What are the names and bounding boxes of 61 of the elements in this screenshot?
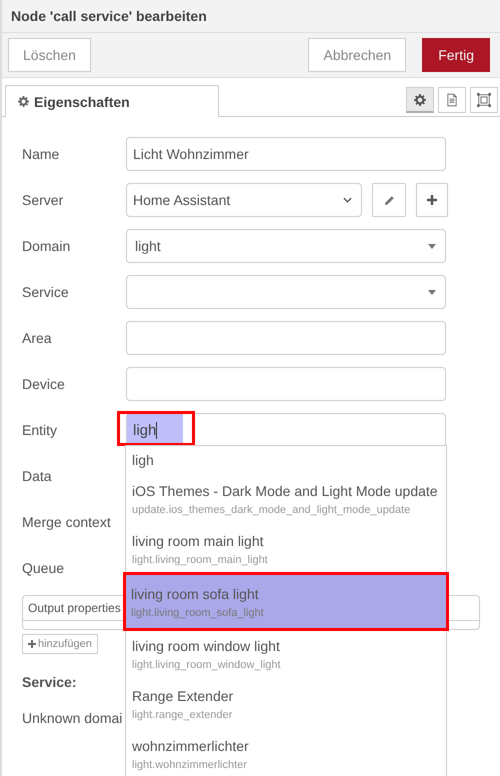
entity-id: light.living_room_window_light xyxy=(132,658,282,673)
plus-icon xyxy=(28,640,36,648)
section-heading: Service: xyxy=(22,674,76,690)
suggestion-item[interactable]: ligh xyxy=(126,446,446,474)
service-note: Unknown domai xyxy=(22,710,122,726)
entity-id: light.wohnzimmerlichter xyxy=(132,758,248,773)
add-button[interactable]: hinzufügen xyxy=(22,634,98,654)
suggestion-item[interactable]: wohnzimmerlichter light.wohnzimmerlichter xyxy=(126,729,446,776)
list-header: Output properties xyxy=(28,601,121,615)
plus-icon xyxy=(427,195,437,205)
typed-text: ligh xyxy=(127,414,183,446)
suggestion-item[interactable]: iOS Themes - Dark Mode and Light Mode update update.ios_themes_dark_mode_and_light_mode_update xyxy=(126,474,446,524)
add-button[interactable] xyxy=(416,183,448,217)
entity-id: light.range_extender xyxy=(132,708,234,723)
settings-icon xyxy=(414,94,426,106)
document-button[interactable] xyxy=(438,87,466,113)
suggestion-title: Range Extender xyxy=(132,687,234,705)
dropdown-arrow-icon xyxy=(428,244,436,248)
frame-icon xyxy=(477,93,491,107)
entity-field[interactable]: ligh xyxy=(126,413,446,447)
suggestion-item[interactable]: Range Extender light.range_extender xyxy=(126,679,446,729)
pencil-icon xyxy=(384,194,394,206)
done-button[interactable]: Fertig xyxy=(422,38,490,72)
text-field[interactable]: Licht Wohnzimmer xyxy=(126,137,446,171)
suggestion-title: wohnzimmerlichter xyxy=(132,737,250,755)
suggestion-title: ligh xyxy=(132,451,155,469)
dialog-title: Node 'call service' bearbeiten xyxy=(11,8,207,24)
action-button[interactable]: Abbrechen xyxy=(308,38,406,72)
text-field[interactable] xyxy=(126,367,446,401)
document-icon xyxy=(447,93,457,107)
field-label: Service xyxy=(22,284,70,300)
suggestion-item[interactable]: living room window light light.living_room_window_light xyxy=(126,629,446,679)
field-label: Area xyxy=(22,330,53,346)
field-label: Server xyxy=(22,192,64,208)
gear-icon xyxy=(18,96,29,107)
text-field[interactable] xyxy=(126,321,446,355)
suggestion-title: iOS Themes - Dark Mode and Light Mode update xyxy=(132,482,439,500)
field-label: Queue xyxy=(22,560,66,576)
properties-tab[interactable]: Eigenschaften xyxy=(5,85,219,117)
field-label: Merge context xyxy=(22,514,112,530)
dropdown-arrow-icon xyxy=(428,290,436,294)
combo-field[interactable]: light xyxy=(126,229,446,263)
edit-button[interactable] xyxy=(372,183,406,217)
frame-button[interactable] xyxy=(470,87,498,113)
action-button[interactable]: Löschen xyxy=(8,38,91,72)
combo-field[interactable] xyxy=(126,275,446,309)
suggestion-item[interactable]: living room main light light.living_room_main_light xyxy=(126,524,446,574)
field-label: Device xyxy=(22,376,66,392)
suggestion-title: living room window light xyxy=(132,637,281,655)
field-label: Entity xyxy=(22,422,58,438)
entity-id: light.living_room_main_light xyxy=(132,553,269,568)
server-select[interactable]: Home Assistant xyxy=(126,183,362,217)
entity-id: update.ios_themes_dark_mode_and_light_mode_update xyxy=(132,503,412,518)
field-label: Name xyxy=(22,146,60,162)
settings-button[interactable] xyxy=(406,87,434,113)
field-label: Domain xyxy=(22,238,72,254)
field-label: Data xyxy=(22,468,53,484)
suggestion-title: living room sofa light xyxy=(131,584,260,602)
chevron-icon xyxy=(343,197,352,203)
entity-id: light.living_room_sofa_light xyxy=(131,606,265,620)
suggestion-title: living room main light xyxy=(132,532,264,550)
